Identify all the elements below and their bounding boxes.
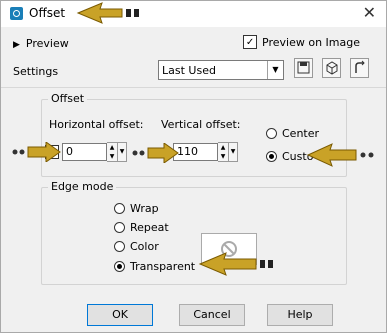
expand-arrow-icon: ▶ (13, 40, 20, 50)
title-bar[interactable]: Offset ✕ (1, 1, 386, 27)
spin-arrows-icon[interactable]: ▲ ▼ (218, 142, 229, 162)
window-title: Offset (29, 6, 66, 20)
ok-button[interactable]: OK (87, 304, 153, 326)
save-preset-button[interactable] (294, 58, 313, 78)
help-button[interactable]: Help (267, 304, 333, 326)
chevron-down-icon[interactable]: ▼ (229, 142, 238, 162)
arrow-pointer-icon (198, 252, 273, 276)
edge-transparent-radio[interactable]: Transparent (114, 260, 195, 273)
reset-button[interactable] (350, 58, 369, 78)
preview-label: Preview (25, 37, 69, 50)
arrow-pointer-icon (76, 2, 139, 24)
transparent-label: Transparent (130, 260, 196, 273)
close-button[interactable]: ✕ (363, 3, 376, 22)
cancel-button[interactable]: Cancel (179, 304, 245, 326)
edge-mode-title: Edge mode (48, 180, 117, 193)
edge-wrap-radio[interactable]: Wrap (114, 202, 159, 215)
horizontal-offset-stepper[interactable]: 0 ▲ ▼ ▼ (62, 142, 127, 162)
radio-dot[interactable] (266, 128, 277, 139)
settings-selected-value: Last Used (162, 64, 216, 77)
chevron-down-icon[interactable]: ▼ (118, 142, 127, 162)
radio-dot[interactable] (266, 151, 277, 162)
radio-dot[interactable] (114, 222, 125, 233)
arrow-pointer-icon (132, 143, 179, 163)
cube-icon (326, 61, 338, 75)
horizontal-offset-input[interactable]: 0 (62, 143, 107, 161)
radio-dot[interactable] (114, 261, 125, 272)
checkbox[interactable]: ✓ (243, 35, 258, 49)
settings-dropdown[interactable]: Last Used ▼ (158, 60, 284, 80)
radio-dot[interactable] (114, 203, 125, 214)
center-label: Center (282, 127, 320, 140)
chevron-down-icon[interactable]: ▼ (267, 61, 283, 79)
color-label: Color (130, 240, 159, 253)
preview-on-image-label: Preview on Image (262, 35, 360, 49)
wrap-label: Wrap (130, 202, 159, 215)
vertical-offset-stepper[interactable]: 110 ▲ ▼ ▼ (173, 142, 238, 162)
horizontal-offset-label: Horizontal offset: (49, 118, 144, 131)
spin-arrows-icon[interactable]: ▲ ▼ (107, 142, 118, 162)
settings-label: Settings (13, 65, 59, 78)
edge-repeat-radio[interactable]: Repeat (114, 221, 169, 234)
preview-toggle[interactable]: ▶ Preview (13, 37, 69, 50)
save-icon (297, 61, 310, 74)
camera-icon (10, 7, 23, 20)
center-radio[interactable]: Center (266, 127, 319, 140)
arrow-pointer-icon (12, 142, 61, 162)
reset-icon (355, 60, 365, 73)
preview-on-image-checkbox[interactable]: ✓ Preview on Image (243, 35, 360, 49)
radio-dot[interactable] (114, 241, 125, 252)
vertical-offset-label: Vertical offset: (161, 118, 241, 131)
arrow-pointer-icon (306, 143, 374, 167)
edge-color-radio[interactable]: Color (114, 240, 159, 253)
offset-group-title: Offset (48, 92, 88, 105)
randomize-button[interactable] (322, 58, 341, 78)
repeat-label: Repeat (130, 221, 169, 234)
